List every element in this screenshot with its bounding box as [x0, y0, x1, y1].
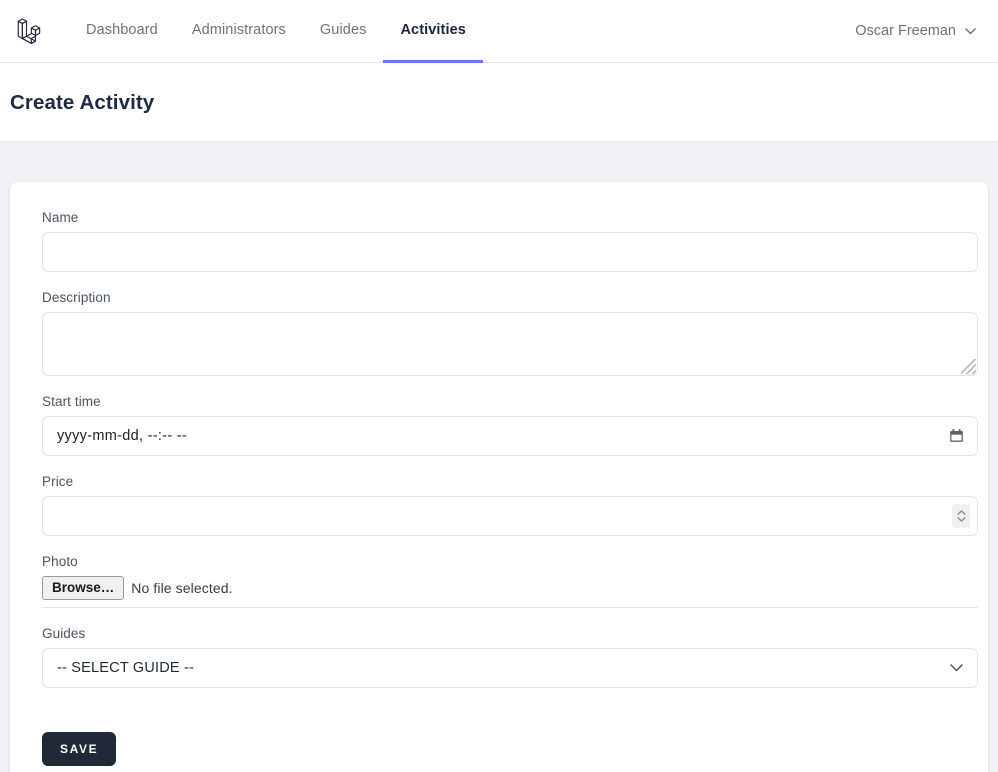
spinner-up-icon[interactable]	[956, 510, 966, 515]
page-title: Create Activity	[10, 91, 155, 114]
nav-links: Dashboard Administrators Guides Activiti…	[69, 0, 483, 63]
app-root: Dashboard Administrators Guides Activiti…	[0, 0, 998, 772]
page-content: Name Description Start time yyyy-mm-dd, …	[0, 142, 998, 772]
guides-wrapper: -- SELECT GUIDE --	[42, 648, 978, 688]
description-wrapper	[42, 312, 978, 376]
nav-link-dashboard[interactable]: Dashboard	[69, 0, 175, 63]
field-price: Price	[42, 474, 978, 536]
laravel-logo-icon	[17, 18, 41, 44]
guides-label: Guides	[42, 626, 86, 641]
name-input[interactable]	[42, 232, 978, 272]
price-wrapper	[42, 496, 978, 536]
top-navbar: Dashboard Administrators Guides Activiti…	[0, 0, 998, 63]
field-photo: Photo Browse… No file selected.	[42, 554, 978, 608]
save-button[interactable]: SAVE	[42, 732, 117, 766]
price-label: Price	[42, 474, 74, 489]
start-time-label: Start time	[42, 394, 101, 409]
description-label: Description	[42, 290, 111, 305]
spinner-down-icon[interactable]	[956, 517, 966, 522]
guides-select[interactable]: -- SELECT GUIDE --	[42, 648, 978, 688]
name-label: Name	[42, 210, 79, 225]
chevron-down-icon	[965, 27, 976, 34]
laravel-logo[interactable]	[0, 0, 69, 62]
page-header: Create Activity	[0, 63, 998, 142]
navbar-right: Oscar Freeman	[855, 0, 998, 62]
field-start-time: Start time yyyy-mm-dd, --:-- --	[42, 394, 978, 456]
user-menu[interactable]: Oscar Freeman	[855, 23, 976, 39]
nav-link-activities[interactable]: Activities	[383, 0, 483, 63]
photo-file-input[interactable]: Browse… No file selected.	[42, 576, 978, 608]
field-description: Description	[42, 290, 978, 376]
start-time-input[interactable]	[42, 416, 978, 456]
file-status-text: No file selected.	[131, 580, 233, 596]
nav-link-administrators[interactable]: Administrators	[175, 0, 303, 63]
price-spinner[interactable]	[952, 504, 970, 528]
browse-button[interactable]: Browse…	[42, 576, 125, 600]
field-guides: Guides -- SELECT GUIDE --	[42, 626, 978, 688]
navbar-left: Dashboard Administrators Guides Activiti…	[0, 0, 483, 63]
user-name: Oscar Freeman	[855, 23, 956, 39]
nav-link-guides[interactable]: Guides	[303, 0, 384, 63]
price-input[interactable]	[42, 496, 978, 536]
create-activity-card: Name Description Start time yyyy-mm-dd, …	[10, 182, 988, 772]
start-time-wrapper: yyyy-mm-dd, --:-- --	[42, 416, 978, 456]
field-name: Name	[42, 210, 978, 272]
description-textarea[interactable]	[42, 312, 978, 376]
photo-label: Photo	[42, 554, 78, 569]
